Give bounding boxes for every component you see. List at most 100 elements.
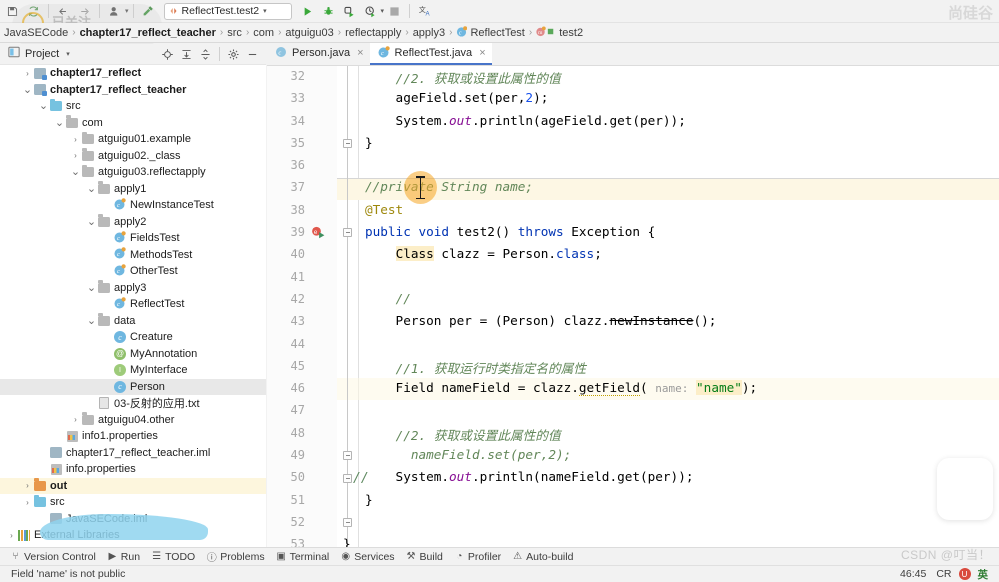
tree-expand-arrow-icon[interactable]: ⌄: [86, 315, 97, 326]
code-line[interactable]: 32 //2. 获取或设置此属性的值: [267, 66, 999, 88]
breadcrumb-item-apply3[interactable]: apply3: [409, 27, 449, 39]
close-icon[interactable]: ×: [479, 47, 485, 59]
tree-node[interactable]: › atguigu01.example: [0, 131, 266, 148]
ime-badge[interactable]: U: [958, 568, 971, 580]
tree-node[interactable]: @ MyAnnotation: [0, 346, 266, 363]
tree-expand-arrow-icon[interactable]: ›: [6, 531, 17, 540]
code-line[interactable]: 42 //: [267, 289, 999, 311]
code-line[interactable]: 50 System.out.println(nameField.get(per)…: [267, 467, 999, 489]
stop-icon[interactable]: [384, 1, 405, 22]
tree-node[interactable]: JavaSECode.iml: [0, 511, 266, 528]
code-line[interactable]: 51}: [267, 490, 999, 512]
tool-window-version-control[interactable]: ⑂ Version Control: [6, 551, 103, 563]
line-separator[interactable]: CR: [931, 568, 956, 580]
run-coverage-icon[interactable]: [339, 1, 360, 22]
code-line[interactable]: 49 nameField.set(per,2);: [267, 445, 999, 467]
code-line[interactable]: 35}: [267, 133, 999, 155]
tool-window-auto-build[interactable]: ⚠ Auto-build: [508, 551, 580, 563]
tree-node[interactable]: › atguigu02._class: [0, 148, 266, 165]
tree-expand-arrow-icon[interactable]: ›: [70, 151, 81, 160]
tree-node[interactable]: I MyInterface: [0, 362, 266, 379]
code-line[interactable]: 43 Person per = (Person) clazz.newInstan…: [267, 311, 999, 333]
tree-node[interactable]: ⌄ com: [0, 115, 266, 132]
run-icon[interactable]: [297, 1, 318, 22]
code-line[interactable]: 45 //1. 获取运行时类指定名的属性: [267, 356, 999, 378]
breadcrumb-item-com[interactable]: com: [249, 27, 278, 39]
tool-window-build[interactable]: ⚒ Build: [402, 551, 450, 563]
tree-expand-arrow-icon[interactable]: ⌄: [70, 167, 81, 178]
profile-run-icon[interactable]: [360, 1, 381, 22]
profile-icon[interactable]: [104, 1, 125, 22]
code-line[interactable]: 41: [267, 267, 999, 289]
tree-expand-arrow-icon[interactable]: ›: [22, 69, 33, 78]
tree-node[interactable]: chapter17_reflect_teacher.iml: [0, 445, 266, 462]
profile-caret-icon[interactable]: ▾: [125, 7, 129, 15]
tree-node[interactable]: c Person: [0, 378, 266, 395]
tree-node[interactable]: c MethodsTest: [0, 247, 266, 264]
build-hammer-icon[interactable]: [138, 1, 159, 22]
code-line[interactable]: 52: [267, 512, 999, 534]
code-line[interactable]: 44: [267, 334, 999, 356]
tree-node[interactable]: › chapter17_reflect: [0, 65, 266, 82]
tree-expand-arrow-icon[interactable]: ›: [22, 498, 33, 507]
code-line[interactable]: 33 ageField.set(per,2);: [267, 88, 999, 110]
code-line[interactable]: 48 //2. 获取或设置此属性的值: [267, 423, 999, 445]
debug-icon[interactable]: [318, 1, 339, 22]
code-lines[interactable]: 32 //2. 获取或设置此属性的值 33 ageField.set(per,2)…: [267, 66, 999, 547]
code-line[interactable]: 34 System.out.println(ageField.get(per))…: [267, 111, 999, 133]
tree-node[interactable]: › External Libraries: [0, 527, 266, 544]
hide-panel-icon[interactable]: [243, 45, 262, 64]
tree-expand-arrow-icon[interactable]: ⌄: [38, 101, 49, 112]
caret-position[interactable]: 46:45: [895, 568, 931, 580]
sync-icon[interactable]: [23, 1, 44, 22]
tree-node[interactable]: 03-反射的应用.txt: [0, 395, 266, 412]
breadcrumb-item-chapter17-reflect-teacher[interactable]: chapter17_reflect_teacher: [76, 27, 220, 39]
tree-expand-arrow-icon[interactable]: ⌄: [86, 282, 97, 293]
expand-all-icon[interactable]: [177, 45, 196, 64]
code-line[interactable]: 53}: [267, 534, 999, 547]
tree-expand-arrow-icon[interactable]: ›: [70, 415, 81, 424]
tool-window-run[interactable]: ▶ Run: [103, 551, 147, 563]
breadcrumb-item-reflectapply[interactable]: reflectapply: [341, 27, 405, 39]
tree-expand-arrow-icon[interactable]: ⌄: [86, 183, 97, 194]
breadcrumb-item-atguigu03[interactable]: atguigu03: [281, 27, 337, 39]
locate-icon[interactable]: [158, 45, 177, 64]
code-line[interactable]: 40 Class clazz = Person.class;: [267, 244, 999, 266]
tree-node[interactable]: c OtherTest: [0, 263, 266, 280]
tree-node[interactable]: › out: [0, 477, 266, 494]
tree-node[interactable]: c NewInstanceTest: [0, 197, 266, 214]
tree-node[interactable]: ⌄ apply1: [0, 181, 266, 198]
tree-node[interactable]: ⌄ chapter17_reflect_teacher: [0, 82, 266, 99]
editor-tab-person-java[interactable]: c Person.java ×: [267, 43, 370, 65]
tree-node[interactable]: info1.properties: [0, 428, 266, 445]
breadcrumb-item-javasecode[interactable]: JavaSECode: [0, 27, 72, 39]
tree-expand-arrow-icon[interactable]: ›: [70, 135, 81, 144]
code-line[interactable]: 37 //private String name;: [267, 177, 999, 199]
tree-node[interactable]: c FieldsTest: [0, 230, 266, 247]
tree-node[interactable]: › src: [0, 494, 266, 511]
code-line[interactable]: 36: [267, 155, 999, 177]
tool-window-profiler[interactable]: ◔ Profiler: [450, 551, 508, 563]
tree-node[interactable]: ⌄ apply3: [0, 280, 266, 297]
tool-window-terminal[interactable]: ▣ Terminal: [272, 551, 337, 563]
tree-expand-arrow-icon[interactable]: ⌄: [86, 216, 97, 227]
editor-tab-reflecttest-java[interactable]: c ReflectTest.java ×: [369, 43, 492, 65]
tree-node[interactable]: ⌄ src: [0, 98, 266, 115]
run-configuration-selector[interactable]: ReflectTest.test2 ▾: [163, 2, 292, 20]
chevron-down-icon[interactable]: ▾: [263, 7, 267, 15]
close-icon[interactable]: ×: [357, 47, 363, 59]
tree-expand-arrow-icon[interactable]: ⌄: [54, 117, 65, 128]
tree-node[interactable]: ⌄ data: [0, 313, 266, 330]
back-arrow-icon[interactable]: [53, 1, 74, 22]
project-tree[interactable]: › chapter17_reflect ⌄ chapter17_reflect_tea…: [0, 65, 266, 547]
tool-window-todo[interactable]: ☰ TODO: [147, 551, 202, 563]
save-all-icon[interactable]: [2, 1, 23, 22]
breadcrumb-item-src[interactable]: src: [223, 27, 246, 39]
tree-node[interactable]: ⌄ atguigu03.reflectapply: [0, 164, 266, 181]
breadcrumb-item-reflecttest[interactable]: c ReflectTest: [452, 25, 528, 40]
tree-node[interactable]: c Creature: [0, 329, 266, 346]
code-line[interactable]: 47: [267, 400, 999, 422]
project-dropdown-caret-icon[interactable]: ▾: [66, 50, 70, 58]
code-line[interactable]: 38 @Test: [267, 200, 999, 222]
code-line[interactable]: 39 public void test2() throws Exception {: [267, 222, 999, 244]
